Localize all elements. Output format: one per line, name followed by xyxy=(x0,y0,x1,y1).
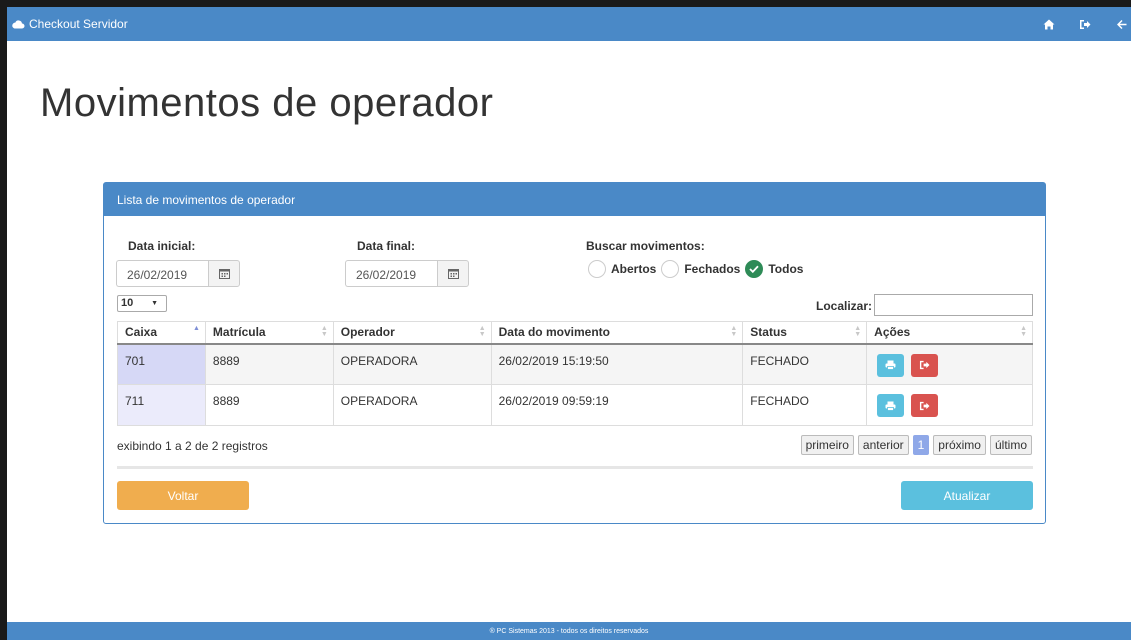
radio-abertos[interactable]: Abertos xyxy=(588,260,656,278)
back-arrow-icon[interactable] xyxy=(1115,18,1127,30)
page-next[interactable]: próximo xyxy=(933,435,986,455)
page-size-value: 10 xyxy=(121,297,134,309)
cell-status: FECHADO xyxy=(742,384,868,426)
print-icon xyxy=(885,360,896,370)
cell-matricula: 8889 xyxy=(204,343,334,385)
cell-operador: OPERADORA xyxy=(332,343,492,385)
page-last[interactable]: último xyxy=(989,435,1032,455)
table-row: 711 8889 OPERADORA 26/02/2019 09:59:19 F… xyxy=(117,384,1033,426)
start-date-label: Data inicial: xyxy=(128,239,196,253)
calendar-icon[interactable] xyxy=(208,260,240,287)
table-row: 701 8889 OPERADORA 26/02/2019 15:19:50 F… xyxy=(117,343,1033,385)
cell-matricula: 8889 xyxy=(204,384,334,426)
cell-operador: OPERADORA xyxy=(332,384,492,426)
divider xyxy=(117,466,1033,469)
movement-filter: Abertos Fechados Todos xyxy=(588,260,808,278)
table-info: exibindo 1 a 2 de 2 registros xyxy=(117,439,268,453)
calendar-icon[interactable] xyxy=(437,260,469,287)
close-movement-button[interactable] xyxy=(910,394,938,417)
end-date-label: Data final: xyxy=(357,239,416,253)
col-caixa[interactable]: Caixa ▲ xyxy=(117,321,206,345)
radio-circle[interactable] xyxy=(661,260,680,278)
col-matricula[interactable]: Matrícula ▲ ▼ xyxy=(204,321,334,345)
home-icon[interactable] xyxy=(1043,18,1055,30)
cell-status: FECHADO xyxy=(742,343,868,385)
close-movement-button[interactable] xyxy=(910,353,938,377)
app-window: Checkout Servidor Movimentos de operador… xyxy=(7,7,1131,640)
logout-icon xyxy=(919,360,930,370)
start-date-input[interactable]: 26/02/2019 xyxy=(116,260,208,287)
panel-title: Lista de movimentos de operador xyxy=(104,183,1045,216)
print-icon xyxy=(885,401,896,411)
radio-label: Fechados xyxy=(684,262,741,276)
sort-icon: ▲ ▼ xyxy=(854,325,862,338)
radio-label: Abertos xyxy=(611,262,657,276)
refresh-button[interactable]: Atualizar xyxy=(901,481,1033,510)
movements-panel: Lista de movimentos de operador Data ini… xyxy=(103,182,1046,524)
radio-todos[interactable]: Todos xyxy=(745,260,803,278)
cloud-icon xyxy=(11,19,25,29)
cell-caixa: 711 xyxy=(117,384,206,426)
col-data-movimento[interactable]: Data do movimento ▲ ▼ xyxy=(490,321,744,345)
print-button[interactable] xyxy=(877,353,905,377)
sort-icon: ▲ ▼ xyxy=(478,325,486,338)
sort-icon: ▲ ▼ xyxy=(1020,325,1027,338)
radio-fechados[interactable]: Fechados xyxy=(661,260,740,278)
print-button[interactable] xyxy=(877,394,905,417)
sort-asc-icon: ▲ xyxy=(192,325,200,332)
page-current[interactable]: 1 xyxy=(912,435,930,455)
page-first[interactable]: primeiro xyxy=(800,435,854,455)
start-date-group: 26/02/2019 xyxy=(116,260,240,287)
col-status[interactable]: Status ▲ ▼ xyxy=(742,321,868,345)
logout-icon xyxy=(919,401,930,410)
check-icon[interactable] xyxy=(745,260,764,278)
radio-label: Todos xyxy=(768,262,804,276)
col-operador[interactable]: Operador ▲ ▼ xyxy=(332,321,492,345)
caret-down-icon: ▼ xyxy=(151,300,158,307)
end-date-group: 26/02/2019 xyxy=(345,260,469,287)
sort-icon: ▲ ▼ xyxy=(320,325,328,338)
footer: ® PC Sistemas 2013 - todos os direitos r… xyxy=(7,622,1131,640)
top-navbar: Checkout Servidor xyxy=(7,7,1131,41)
cell-data: 26/02/2019 09:59:19 xyxy=(490,384,744,426)
page-prev[interactable]: anterior xyxy=(857,435,909,455)
search-label: Localizar: xyxy=(816,299,873,313)
cell-actions xyxy=(866,384,1033,426)
cell-actions xyxy=(866,343,1033,385)
cell-data: 26/02/2019 15:19:50 xyxy=(490,343,744,385)
radio-circle[interactable] xyxy=(588,260,606,278)
sort-icon: ▲ ▼ xyxy=(730,325,738,338)
page-title: Movimentos de operador xyxy=(40,81,494,125)
pagination: primeiro anterior 1 próximo último xyxy=(800,435,1032,455)
search-input[interactable] xyxy=(874,294,1033,316)
search-movements-label: Buscar movimentos: xyxy=(586,239,705,253)
movements-table: Caixa ▲ Matrícula ▲ ▼ Operador ▲ ▼ Data do mo… xyxy=(117,321,1033,426)
brand[interactable]: Checkout Servidor xyxy=(11,17,128,31)
cell-caixa: 701 xyxy=(117,343,206,385)
page-size-select[interactable]: 10 ▼ xyxy=(117,295,167,312)
app-title: Checkout Servidor xyxy=(29,17,128,31)
end-date-input[interactable]: 26/02/2019 xyxy=(345,260,437,287)
back-button[interactable]: Voltar xyxy=(117,481,249,510)
logout-icon[interactable] xyxy=(1079,18,1091,30)
col-acoes[interactable]: Ações ▲ ▼ xyxy=(866,321,1033,345)
